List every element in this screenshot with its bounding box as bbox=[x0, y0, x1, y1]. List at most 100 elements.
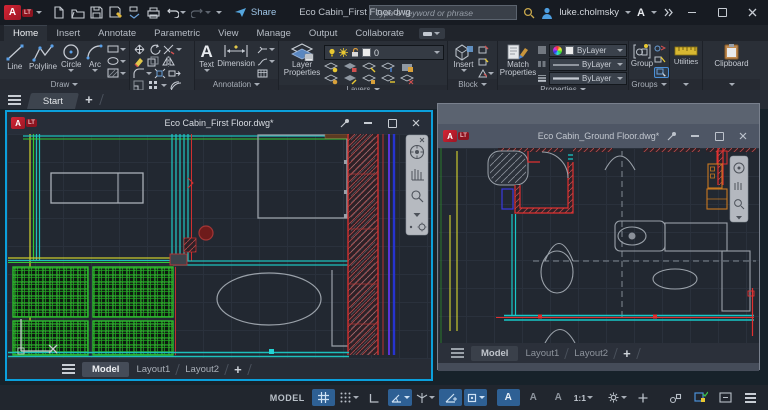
window1-canvas[interactable] bbox=[7, 134, 431, 359]
user-avatar-icon[interactable] bbox=[541, 7, 553, 19]
leader-tool[interactable] bbox=[257, 45, 275, 54]
move-tool[interactable] bbox=[133, 44, 146, 55]
plot-button[interactable] bbox=[128, 6, 142, 20]
window2-new-layout-button[interactable]: + bbox=[623, 346, 631, 361]
user-dropdown-icon[interactable] bbox=[625, 11, 631, 14]
autodesk-app-icon[interactable]: A bbox=[637, 7, 645, 19]
rectangle-tool[interactable] bbox=[107, 44, 126, 54]
group-edit-tool[interactable] bbox=[654, 55, 669, 64]
tab-home[interactable]: Home bbox=[4, 25, 47, 41]
clipboard-button[interactable]: Clipboard bbox=[714, 43, 748, 79]
window1-new-layout-button[interactable]: + bbox=[234, 362, 242, 377]
window2-pin-button[interactable] bbox=[660, 128, 682, 144]
group-button[interactable]: Group bbox=[632, 43, 652, 79]
window2-layout2-tab[interactable]: Layout2 bbox=[574, 348, 608, 359]
layer-tool-icon[interactable] bbox=[324, 62, 338, 73]
window-first-floor[interactable]: Eco Cabin_First Floor.dwg* A LT bbox=[5, 110, 433, 381]
layer-tool-icon[interactable] bbox=[381, 74, 395, 85]
open-file-button[interactable] bbox=[71, 6, 85, 20]
username[interactable]: luke.cholmsky bbox=[559, 7, 619, 18]
new-drawing-tab-button[interactable]: + bbox=[85, 92, 93, 107]
tab-manage[interactable]: Manage bbox=[248, 26, 300, 41]
print-button[interactable] bbox=[147, 6, 161, 20]
window2-layout1-tab[interactable]: Layout1 bbox=[525, 348, 559, 359]
multileader-tool[interactable] bbox=[257, 57, 275, 66]
create-block-tool[interactable] bbox=[478, 45, 494, 54]
tab-collaborate[interactable]: Collaborate bbox=[346, 26, 413, 41]
copy-tool[interactable] bbox=[147, 56, 160, 67]
layer-dropdown-icon[interactable] bbox=[434, 51, 440, 54]
window1-navbar[interactable] bbox=[406, 135, 428, 235]
utilities-panel-footer[interactable] bbox=[670, 79, 702, 90]
graphics-performance-button[interactable] bbox=[689, 389, 712, 406]
circle-tool[interactable]: Circle bbox=[59, 43, 83, 79]
mirror-tool[interactable] bbox=[162, 56, 175, 67]
stretch-tool[interactable] bbox=[168, 68, 181, 79]
customization-button[interactable] bbox=[631, 389, 654, 406]
annotation-panel-footer[interactable]: Annotation bbox=[195, 79, 278, 90]
redo-button[interactable] bbox=[191, 7, 211, 18]
window1-layout1-tab[interactable]: Layout1 bbox=[136, 364, 170, 375]
window2-minimize-button[interactable] bbox=[684, 128, 706, 144]
restore-button[interactable] bbox=[710, 4, 734, 22]
window2-model-tab[interactable]: Model bbox=[471, 346, 518, 361]
arc-tool[interactable]: Arc bbox=[85, 43, 105, 79]
window1-titlebar[interactable]: Eco Cabin_First Floor.dwg* A LT bbox=[7, 112, 431, 134]
circle-dropdown-icon[interactable] bbox=[68, 69, 74, 72]
explode-tool[interactable] bbox=[154, 68, 166, 79]
polar-tracking-toggle[interactable] bbox=[388, 389, 412, 406]
layer-tool-icon[interactable] bbox=[343, 62, 357, 73]
text-dropdown-icon[interactable] bbox=[204, 69, 210, 72]
color-select[interactable]: ByLayer bbox=[549, 44, 627, 57]
block-panel-footer[interactable]: Block bbox=[448, 79, 497, 90]
layer-tool-icon[interactable] bbox=[343, 74, 357, 85]
isometric-drafting-toggle[interactable] bbox=[414, 389, 437, 406]
linetype-list-icon[interactable] bbox=[537, 60, 547, 68]
window2-canvas[interactable] bbox=[438, 148, 759, 343]
hatch-tool[interactable] bbox=[107, 68, 126, 78]
layer-select[interactable]: 0 bbox=[324, 45, 444, 60]
window1-layout2-tab[interactable]: Layout2 bbox=[185, 364, 219, 375]
group-selection-toggle[interactable] bbox=[654, 67, 669, 78]
table-tool[interactable] bbox=[257, 69, 275, 78]
layer-tool-icon[interactable] bbox=[400, 62, 414, 73]
tab-view[interactable]: View bbox=[209, 26, 247, 41]
window-ground-floor[interactable]: Eco Cabin_Ground Floor.dwg* A LT bbox=[437, 103, 760, 370]
clean-screen-button[interactable] bbox=[714, 389, 737, 406]
layer-tool-icon[interactable] bbox=[400, 74, 414, 85]
linetype-select[interactable]: ByLayer bbox=[549, 58, 627, 71]
line-tool[interactable]: Line bbox=[3, 43, 27, 79]
window1-tabs-menu-icon[interactable] bbox=[62, 364, 75, 374]
arc-dropdown-icon[interactable] bbox=[92, 69, 98, 72]
ribbon-display-toggle[interactable] bbox=[419, 28, 445, 39]
annotation-visibility-toggle[interactable]: A bbox=[497, 389, 520, 406]
close-button[interactable] bbox=[740, 4, 764, 22]
window1-close-button[interactable] bbox=[405, 115, 427, 131]
tab-parametric[interactable]: Parametric bbox=[145, 26, 209, 41]
minimize-button[interactable] bbox=[680, 4, 704, 22]
utilities-button[interactable]: Utilities bbox=[674, 43, 698, 79]
file-tabs-menu-icon[interactable] bbox=[8, 95, 21, 105]
annotation-autoscale-toggle[interactable]: A bbox=[522, 389, 545, 406]
search-icon[interactable] bbox=[523, 7, 535, 19]
layer-tool-icon[interactable] bbox=[362, 74, 376, 85]
status-bar-menu-icon[interactable] bbox=[739, 389, 762, 406]
block-attributes-tool[interactable] bbox=[478, 69, 494, 78]
groups-panel-footer[interactable]: Groups bbox=[629, 79, 669, 90]
polyline-tool[interactable]: Polyline bbox=[29, 43, 58, 79]
erase-tool[interactable] bbox=[133, 56, 145, 67]
tab-insert[interactable]: Insert bbox=[47, 26, 89, 41]
model-space-label[interactable]: MODEL bbox=[270, 393, 305, 403]
trim-tool[interactable] bbox=[163, 44, 182, 55]
annotation-scale-icon[interactable]: A bbox=[547, 389, 570, 406]
autodesk-dropdown-icon[interactable] bbox=[651, 11, 657, 14]
match-properties-button[interactable]: Match Properties bbox=[501, 43, 535, 85]
window2-titlebar[interactable]: Eco Cabin_Ground Floor.dwg* A LT bbox=[438, 124, 759, 148]
properties-list-icon[interactable] bbox=[537, 46, 547, 54]
tab-output[interactable]: Output bbox=[300, 26, 347, 41]
snap-mode-toggle[interactable] bbox=[337, 389, 361, 406]
save-as-button[interactable] bbox=[109, 6, 123, 20]
ungroup-tool[interactable] bbox=[654, 44, 669, 53]
save-button[interactable] bbox=[90, 6, 104, 20]
lineweight-list-icon[interactable] bbox=[537, 74, 547, 82]
